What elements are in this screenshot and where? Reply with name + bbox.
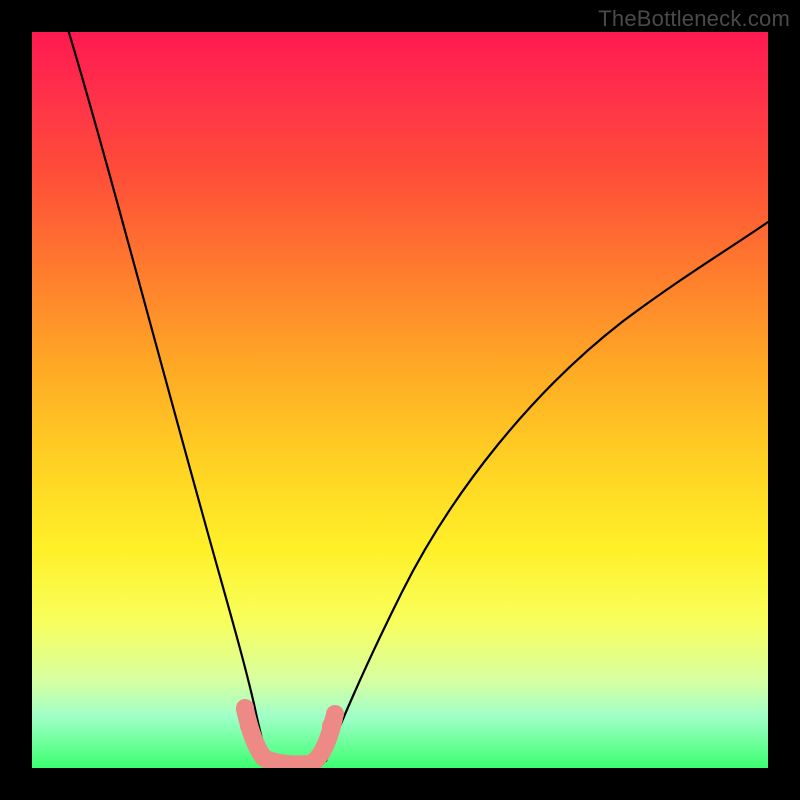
left-curve <box>69 32 268 761</box>
plot-area <box>32 32 768 768</box>
watermark-text: TheBottleneck.com <box>598 6 790 32</box>
curve-overlay <box>32 32 768 768</box>
right-curve <box>326 222 768 761</box>
chart-frame: TheBottleneck.com <box>0 0 800 800</box>
valley-marker-strip <box>245 709 334 764</box>
